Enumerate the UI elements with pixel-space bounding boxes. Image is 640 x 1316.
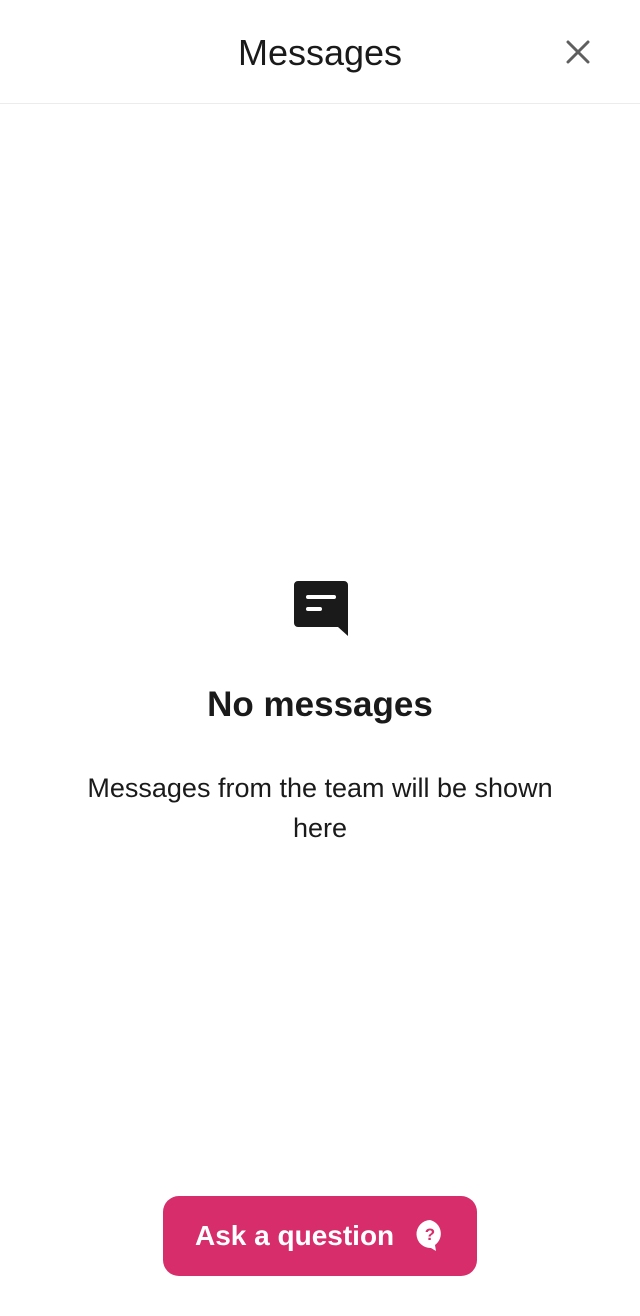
question-bubble-icon: ? — [416, 1220, 441, 1251]
close-icon — [566, 40, 590, 64]
empty-state-description: Messages from the team will be shown her… — [87, 773, 553, 843]
empty-state-title: No messages — [207, 685, 433, 724]
header: Messages — [0, 0, 640, 104]
svg-text:?: ? — [425, 1225, 435, 1244]
close-button[interactable] — [552, 26, 604, 78]
ask-question-label: Ask a question — [195, 1220, 395, 1251]
message-icon — [292, 580, 350, 638]
page-title: Messages — [237, 32, 403, 73]
ask-question-button[interactable]: Ask a question ? — [163, 1196, 477, 1276]
